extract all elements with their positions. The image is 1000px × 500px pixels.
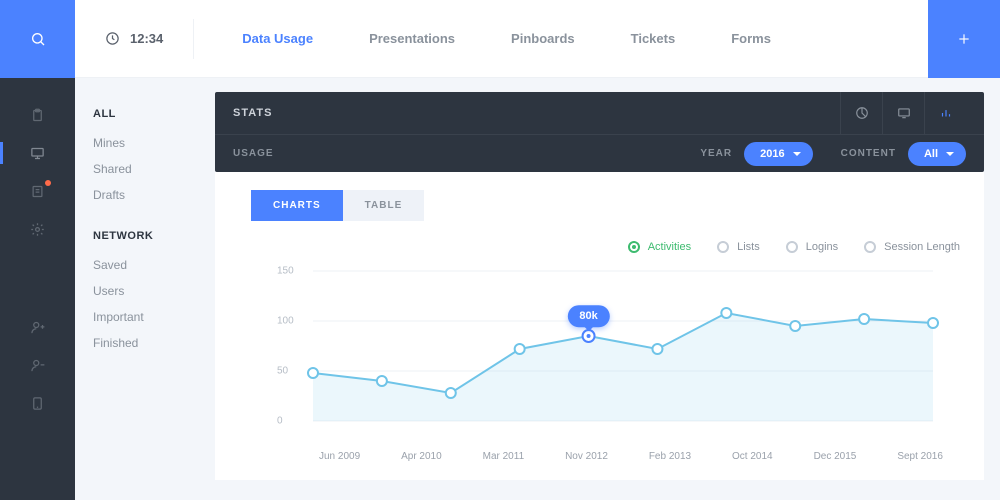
clock: 12:34: [75, 19, 194, 59]
clock-time: 12:34: [130, 31, 163, 46]
toggle-charts[interactable]: CHARTS: [251, 190, 343, 221]
add-button[interactable]: [928, 0, 1000, 78]
main-column: 12:34 Data Usage Presentations Pinboards…: [75, 0, 1000, 500]
gear-icon: [30, 222, 45, 237]
sidebar-heading-all: ALL: [93, 108, 215, 120]
stats-panel: STATS USAGE: [215, 78, 1000, 500]
clock-icon: [105, 31, 120, 46]
rail-item-presentation[interactable]: [0, 134, 75, 172]
sidebar-item-users[interactable]: Users: [93, 278, 215, 304]
plus-icon: [957, 32, 971, 46]
stats-title: STATS: [233, 107, 272, 119]
legend-logins[interactable]: Logins: [786, 241, 838, 253]
user-minus-icon: [30, 358, 45, 373]
chart-icon: [939, 106, 953, 120]
stats-view-chart[interactable]: [924, 92, 966, 134]
tab-forms[interactable]: Forms: [731, 31, 771, 46]
radio-icon: [628, 241, 640, 253]
stats-header: STATS: [215, 92, 984, 134]
legend-session[interactable]: Session Length: [864, 241, 960, 253]
xtick: Feb 2013: [649, 451, 691, 462]
rail-item-device[interactable]: [0, 384, 75, 422]
rail-item-settings[interactable]: [0, 210, 75, 248]
xtick: Nov 2012: [565, 451, 608, 462]
sidebar-item-shared[interactable]: Shared: [93, 156, 215, 182]
ytick: 100: [277, 316, 294, 327]
line-chart: 150 100 50 0 80k: [233, 263, 943, 443]
sidebar-item-drafts[interactable]: Drafts: [93, 182, 215, 208]
tablet-icon: [30, 396, 45, 411]
xtick: Dec 2015: [814, 451, 857, 462]
filter-label-usage: USAGE: [233, 148, 274, 159]
monitor-icon: [897, 106, 911, 120]
filter-label-year: YEAR: [700, 148, 732, 159]
sidebar-item-mines[interactable]: Mines: [93, 130, 215, 156]
sidebar-item-saved[interactable]: Saved: [93, 252, 215, 278]
xtick: Jun 2009: [319, 451, 360, 462]
xtick: Apr 2010: [401, 451, 442, 462]
xtick: Oct 2014: [732, 451, 773, 462]
legend-activities[interactable]: Activities: [628, 241, 691, 253]
clipboard-icon: [30, 108, 45, 123]
xtick: Sept 2016: [897, 451, 943, 462]
chart-card: CHARTS TABLE Activities Lists Logins Ses…: [215, 172, 984, 480]
radio-icon: [864, 241, 876, 253]
chart-tooltip: 80k: [567, 305, 609, 327]
stats-view-monitor[interactable]: [882, 92, 924, 134]
tab-pinboards[interactable]: Pinboards: [511, 31, 575, 46]
search-button[interactable]: [0, 0, 75, 78]
pie-icon: [855, 106, 869, 120]
sidebar-item-finished[interactable]: Finished: [93, 330, 215, 356]
legend-lists[interactable]: Lists: [717, 241, 760, 253]
rail-item-clipboard[interactable]: [0, 96, 75, 134]
year-select[interactable]: 2016: [744, 142, 812, 166]
rail-item-user-add[interactable]: [0, 308, 75, 346]
ytick: 150: [277, 266, 294, 277]
xtick: Mar 2011: [483, 451, 525, 462]
tab-tickets[interactable]: Tickets: [631, 31, 676, 46]
chart-svg: [233, 263, 943, 433]
sidebar: ALL Mines Shared Drafts NETWORK Saved Us…: [75, 78, 215, 500]
presentation-icon: [30, 146, 45, 161]
nav-tabs: Data Usage Presentations Pinboards Ticke…: [194, 31, 928, 46]
toggle-table[interactable]: TABLE: [343, 190, 425, 221]
view-toggle: CHARTS TABLE: [233, 172, 966, 235]
x-axis-labels: Jun 2009 Apr 2010 Mar 2011 Nov 2012 Feb 2013…: [233, 443, 943, 462]
notification-dot: [45, 180, 51, 186]
radio-icon: [786, 241, 798, 253]
tab-data-usage[interactable]: Data Usage: [242, 31, 313, 46]
filter-bar: USAGE YEAR 2016 CONTENT All: [215, 134, 984, 172]
filter-label-content: CONTENT: [841, 148, 896, 159]
notes-icon: [30, 184, 45, 199]
rail-item-notes[interactable]: [0, 172, 75, 210]
icon-rail: [0, 0, 75, 500]
search-icon: [30, 31, 46, 47]
stats-view-pie[interactable]: [840, 92, 882, 134]
content-select[interactable]: All: [908, 142, 966, 166]
ytick: 50: [277, 366, 288, 377]
user-plus-icon: [30, 320, 45, 335]
sidebar-item-important[interactable]: Important: [93, 304, 215, 330]
ytick: 0: [277, 416, 283, 427]
chart-legend: Activities Lists Logins Session Length: [233, 235, 966, 263]
topbar: 12:34 Data Usage Presentations Pinboards…: [75, 0, 1000, 78]
sidebar-heading-network: NETWORK: [93, 230, 215, 242]
rail-item-user-remove[interactable]: [0, 346, 75, 384]
tab-presentations[interactable]: Presentations: [369, 31, 455, 46]
radio-icon: [717, 241, 729, 253]
